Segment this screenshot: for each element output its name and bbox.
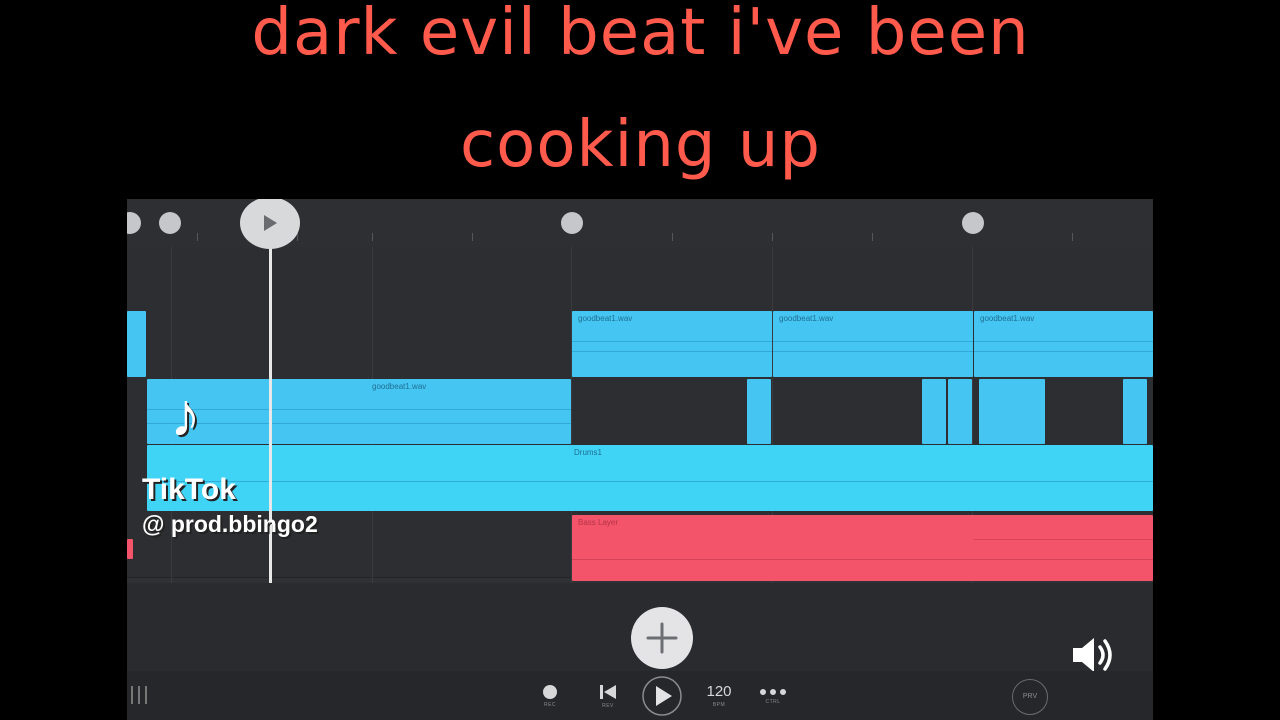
rewind-button[interactable]: REV [594,671,622,720]
clip-label: goodbeat1.wav [980,314,1035,323]
transport-bar: REC REV 120 BPM CTRL [127,671,1153,720]
tempo-caption: BPM [712,702,726,708]
audio-clip[interactable] [922,379,946,444]
clip-label: goodbeat1.wav [578,314,633,323]
ruler-tick [472,233,473,241]
play-button[interactable] [640,671,684,720]
record-caption: REC [543,701,557,708]
caption-line-2: cooking up [459,108,822,182]
more-options-button[interactable]: CTRL [755,671,791,720]
ruler-tick [372,233,373,241]
audio-clip[interactable]: goodbeat1.wav [572,311,772,377]
ruler-tick [872,233,873,241]
bar-marker[interactable] [561,212,583,234]
clip-label: Bass Layer [578,518,619,527]
clip-label: Drums1 [574,448,603,457]
audio-clip[interactable] [747,379,771,444]
loop-start-marker[interactable] [127,212,141,234]
play-icon [642,675,682,716]
video-frame: dark evil beat i've been cooking up good… [0,0,1280,720]
tempo-value: 120 [706,683,732,700]
audio-clip[interactable] [1123,379,1147,444]
ruler-tick [1072,233,1073,241]
bass-clip[interactable]: Bass Layer [572,515,1153,581]
audio-clip[interactable]: goodbeat1.wav [773,311,973,377]
ellipsis-icon [760,688,786,695]
ruler-tick [772,233,773,241]
add-track-button[interactable] [631,607,693,669]
play-position-marker[interactable] [240,199,300,249]
audio-clip[interactable] [979,379,1045,444]
bar-marker[interactable] [962,212,984,234]
creator-handle: @ prod.bbingo2 [142,511,318,537]
audio-clip[interactable]: goodbeat1.wav [974,311,1153,377]
bar-marker[interactable] [159,212,181,234]
more-caption: CTRL [765,698,781,705]
tiktok-watermark: ♪ TikTok @ prod.bbingo2 [140,385,400,545]
play-icon [264,215,277,231]
preview-button[interactable]: PRV [1012,679,1048,715]
audio-clip[interactable] [127,311,146,377]
record-icon [543,684,557,699]
skip-back-icon [600,684,616,699]
rewind-caption: REV [602,702,614,709]
record-button[interactable]: REC [538,671,562,720]
tempo-display[interactable]: 120 BPM [701,671,737,720]
tiktok-logo-icon: ♪ [170,381,201,450]
track-color-tab [127,539,133,559]
plus-icon [646,622,678,654]
tiktok-brand: TikTok [142,473,236,506]
ruler-tick [297,233,298,241]
audio-clip[interactable] [948,379,972,444]
ruler-tick [672,233,673,241]
ruler-tick [197,233,198,241]
clip-label: goodbeat1.wav [779,314,834,323]
caption-line-1: dark evil beat i've been [251,0,1030,70]
menu-icon[interactable] [129,684,149,706]
track-lane-1[interactable] [127,247,1153,314]
